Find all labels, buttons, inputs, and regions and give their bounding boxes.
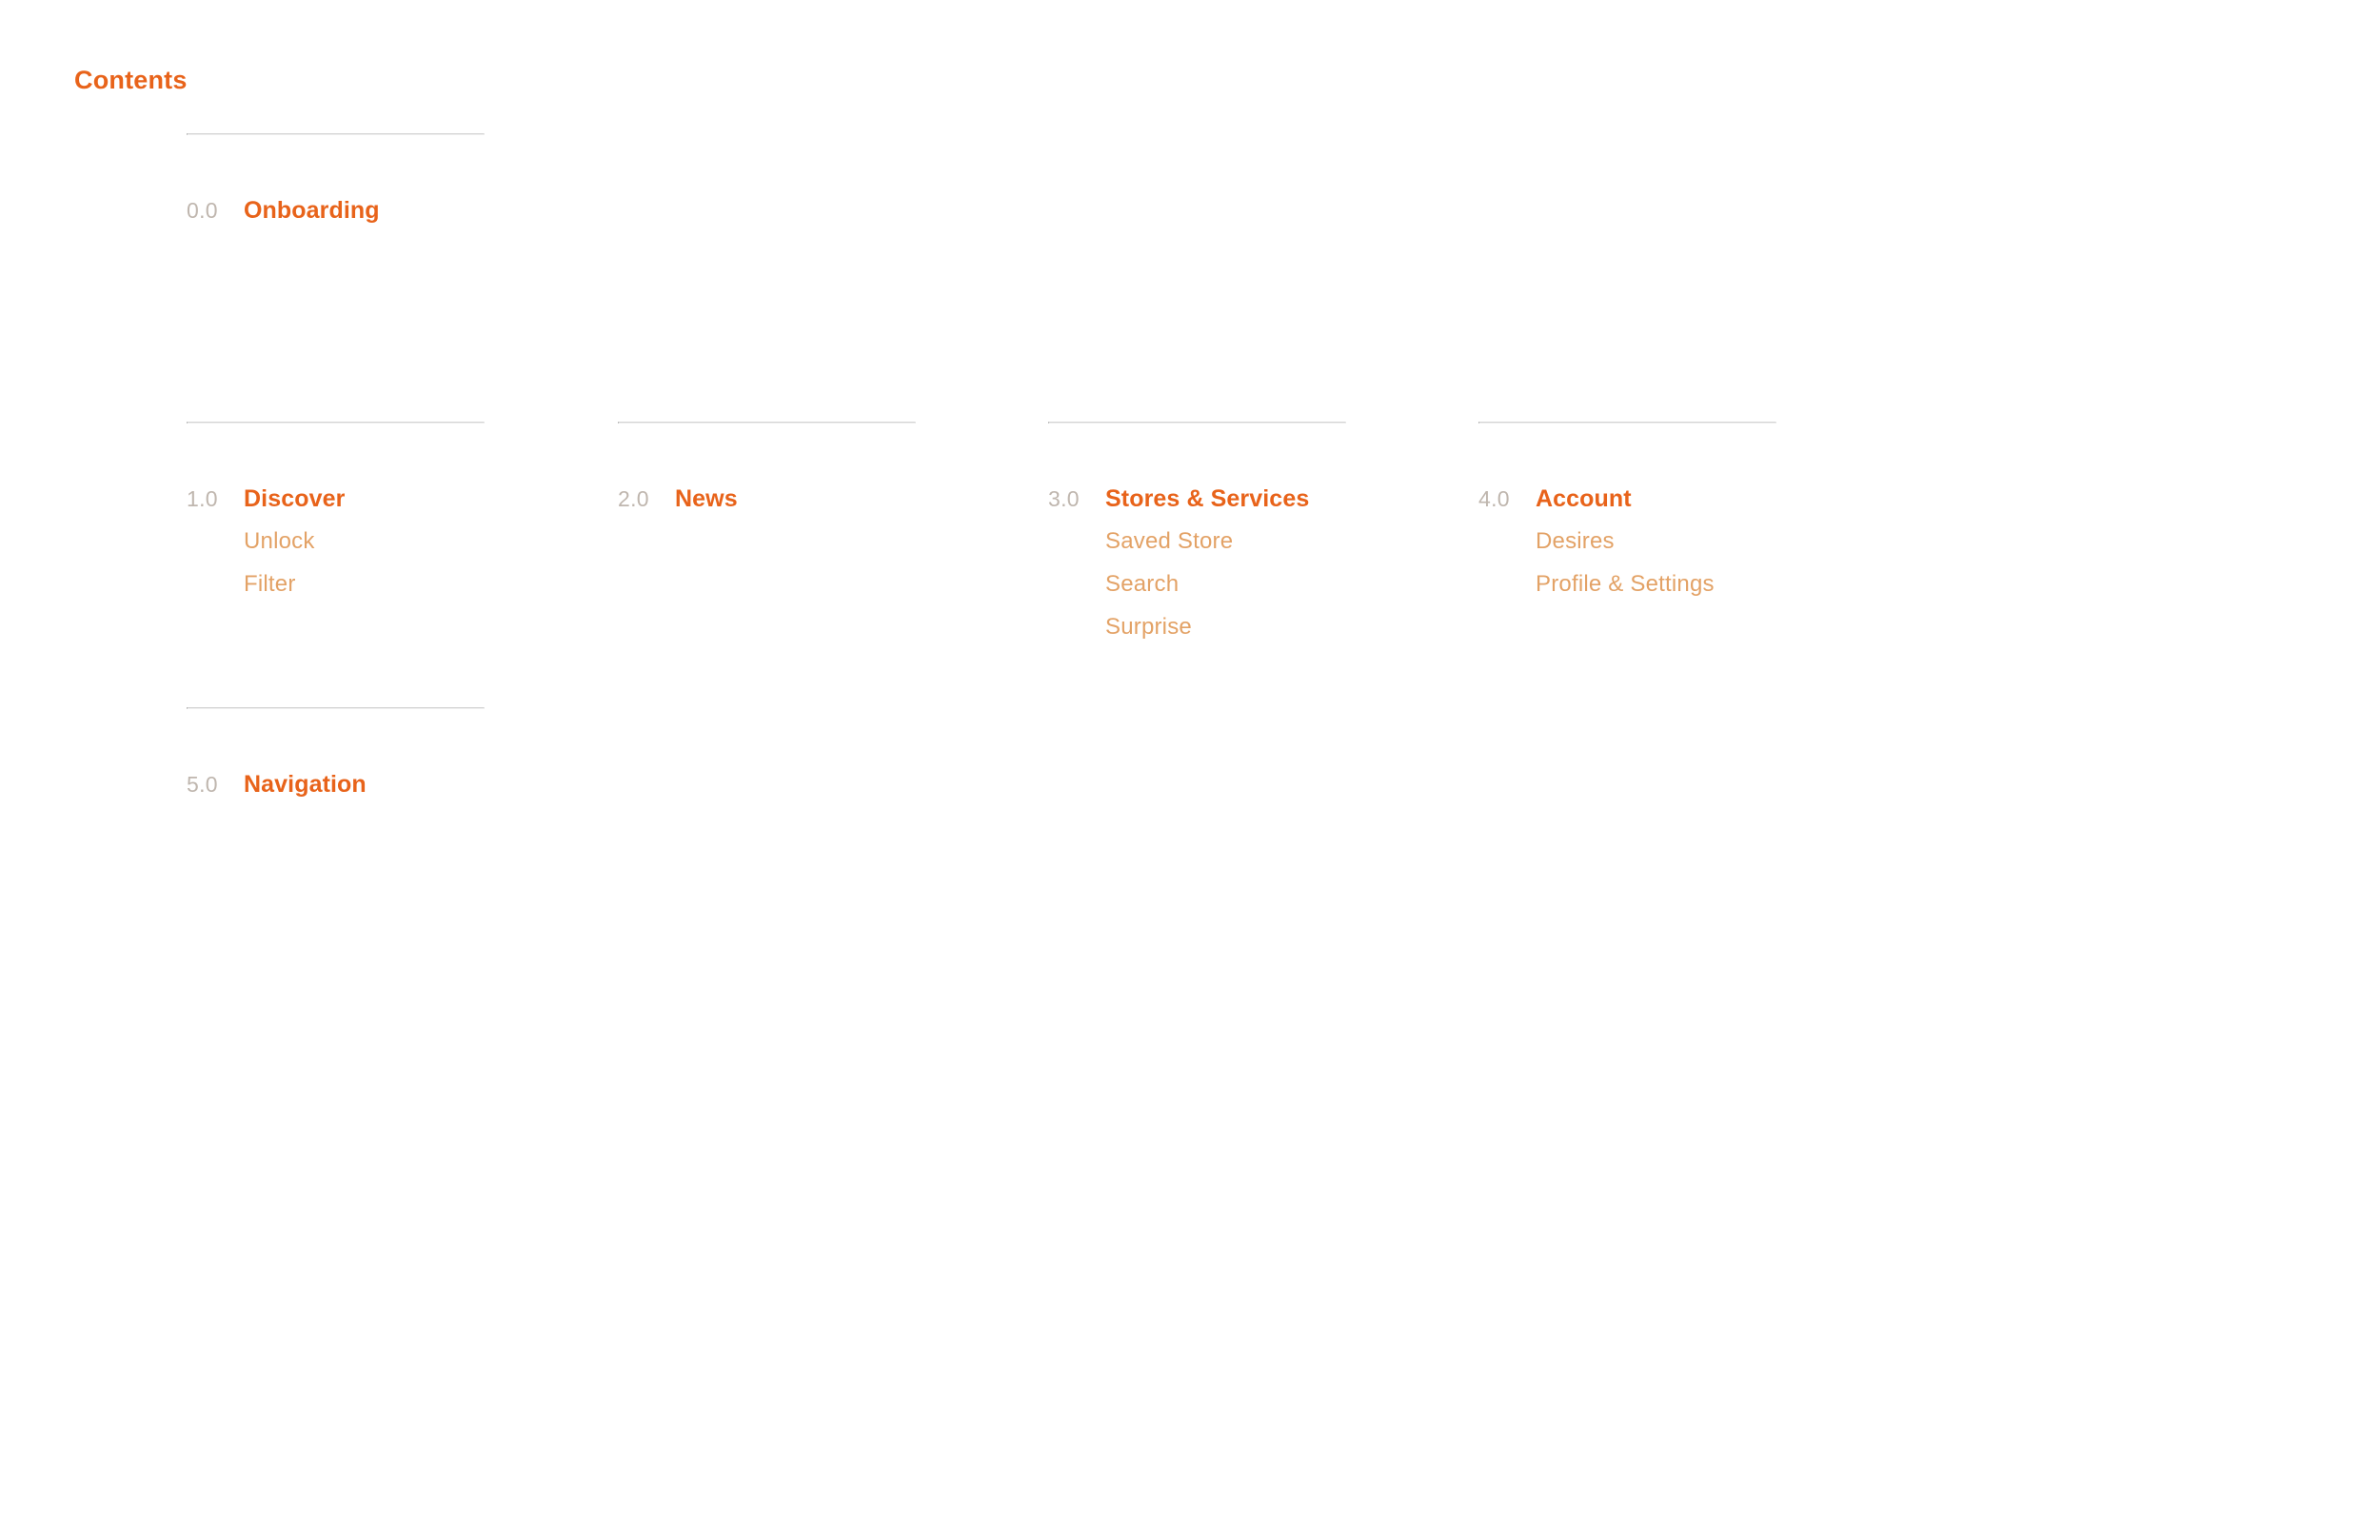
toc-subitem[interactable]: Unlock — [244, 520, 483, 563]
contents-page: Contents 0.0 Onboarding 1.0 Discover Unl… — [0, 0, 2380, 1540]
section-divider — [187, 422, 485, 424]
toc-entry-heading[interactable]: 2.0 News — [618, 485, 914, 520]
toc-entry-title[interactable]: Discover — [244, 485, 345, 513]
toc-subitem[interactable]: Saved Store — [1105, 520, 1344, 563]
toc-subitem-list: Desires Profile & Settings — [1536, 520, 1775, 605]
section-divider — [1478, 422, 1776, 424]
toc-entry-title[interactable]: Stores & Services — [1105, 485, 1309, 513]
toc-column: 5.0 Navigation — [187, 707, 485, 805]
section-divider — [187, 133, 485, 135]
toc-column: 4.0 Account Desires Profile & Settings — [1478, 422, 1776, 605]
toc-subitem[interactable]: Desires — [1536, 520, 1775, 563]
toc-subitem[interactable]: Search — [1105, 563, 1344, 605]
page-title: Contents — [74, 66, 188, 94]
toc-column: 2.0 News — [618, 422, 916, 520]
toc-column: 3.0 Stores & Services Saved Store Search … — [1048, 422, 1346, 648]
toc-entry-number: 2.0 — [618, 486, 649, 511]
toc-entry[interactable]: 3.0 Stores & Services Saved Store Search … — [1048, 485, 1344, 648]
toc-entry[interactable]: 1.0 Discover Unlock Filter — [187, 485, 483, 605]
toc-entry[interactable]: 2.0 News — [618, 485, 914, 520]
toc-column: 1.0 Discover Unlock Filter — [187, 422, 485, 605]
toc-entry-title[interactable]: Navigation — [244, 771, 367, 799]
toc-entry-title[interactable]: Onboarding — [244, 197, 380, 225]
toc-entry[interactable]: 0.0 Onboarding — [187, 197, 483, 231]
toc-entry-number: 5.0 — [187, 772, 218, 797]
toc-entry-heading[interactable]: 5.0 Navigation — [187, 771, 483, 805]
toc-entry[interactable]: 5.0 Navigation — [187, 771, 483, 805]
toc-entry-heading[interactable]: 3.0 Stores & Services — [1048, 485, 1344, 520]
toc-entry[interactable]: 4.0 Account Desires Profile & Settings — [1478, 485, 1775, 605]
toc-entry-number: 3.0 — [1048, 486, 1080, 511]
table-of-contents: 0.0 Onboarding 1.0 Discover Unlock Filte… — [187, 0, 2281, 1540]
toc-entry-heading[interactable]: 0.0 Onboarding — [187, 197, 483, 231]
toc-entry-heading[interactable]: 1.0 Discover — [187, 485, 483, 520]
toc-entry-number: 0.0 — [187, 198, 218, 223]
section-divider — [618, 422, 916, 424]
toc-entry-title[interactable]: News — [675, 485, 738, 513]
section-divider — [1048, 422, 1346, 424]
toc-column: 0.0 Onboarding — [187, 133, 485, 231]
toc-subitem[interactable]: Filter — [244, 563, 483, 605]
toc-entry-title[interactable]: Account — [1536, 485, 1632, 513]
toc-subitem[interactable]: Surprise — [1105, 605, 1344, 648]
toc-entry-heading[interactable]: 4.0 Account — [1478, 485, 1775, 520]
toc-subitem-list: Saved Store Search Surprise — [1105, 520, 1344, 648]
section-divider — [187, 707, 485, 709]
toc-entry-number: 4.0 — [1478, 486, 1510, 511]
toc-subitem-list: Unlock Filter — [244, 520, 483, 605]
toc-subitem[interactable]: Profile & Settings — [1536, 563, 1775, 605]
toc-entry-number: 1.0 — [187, 486, 218, 511]
